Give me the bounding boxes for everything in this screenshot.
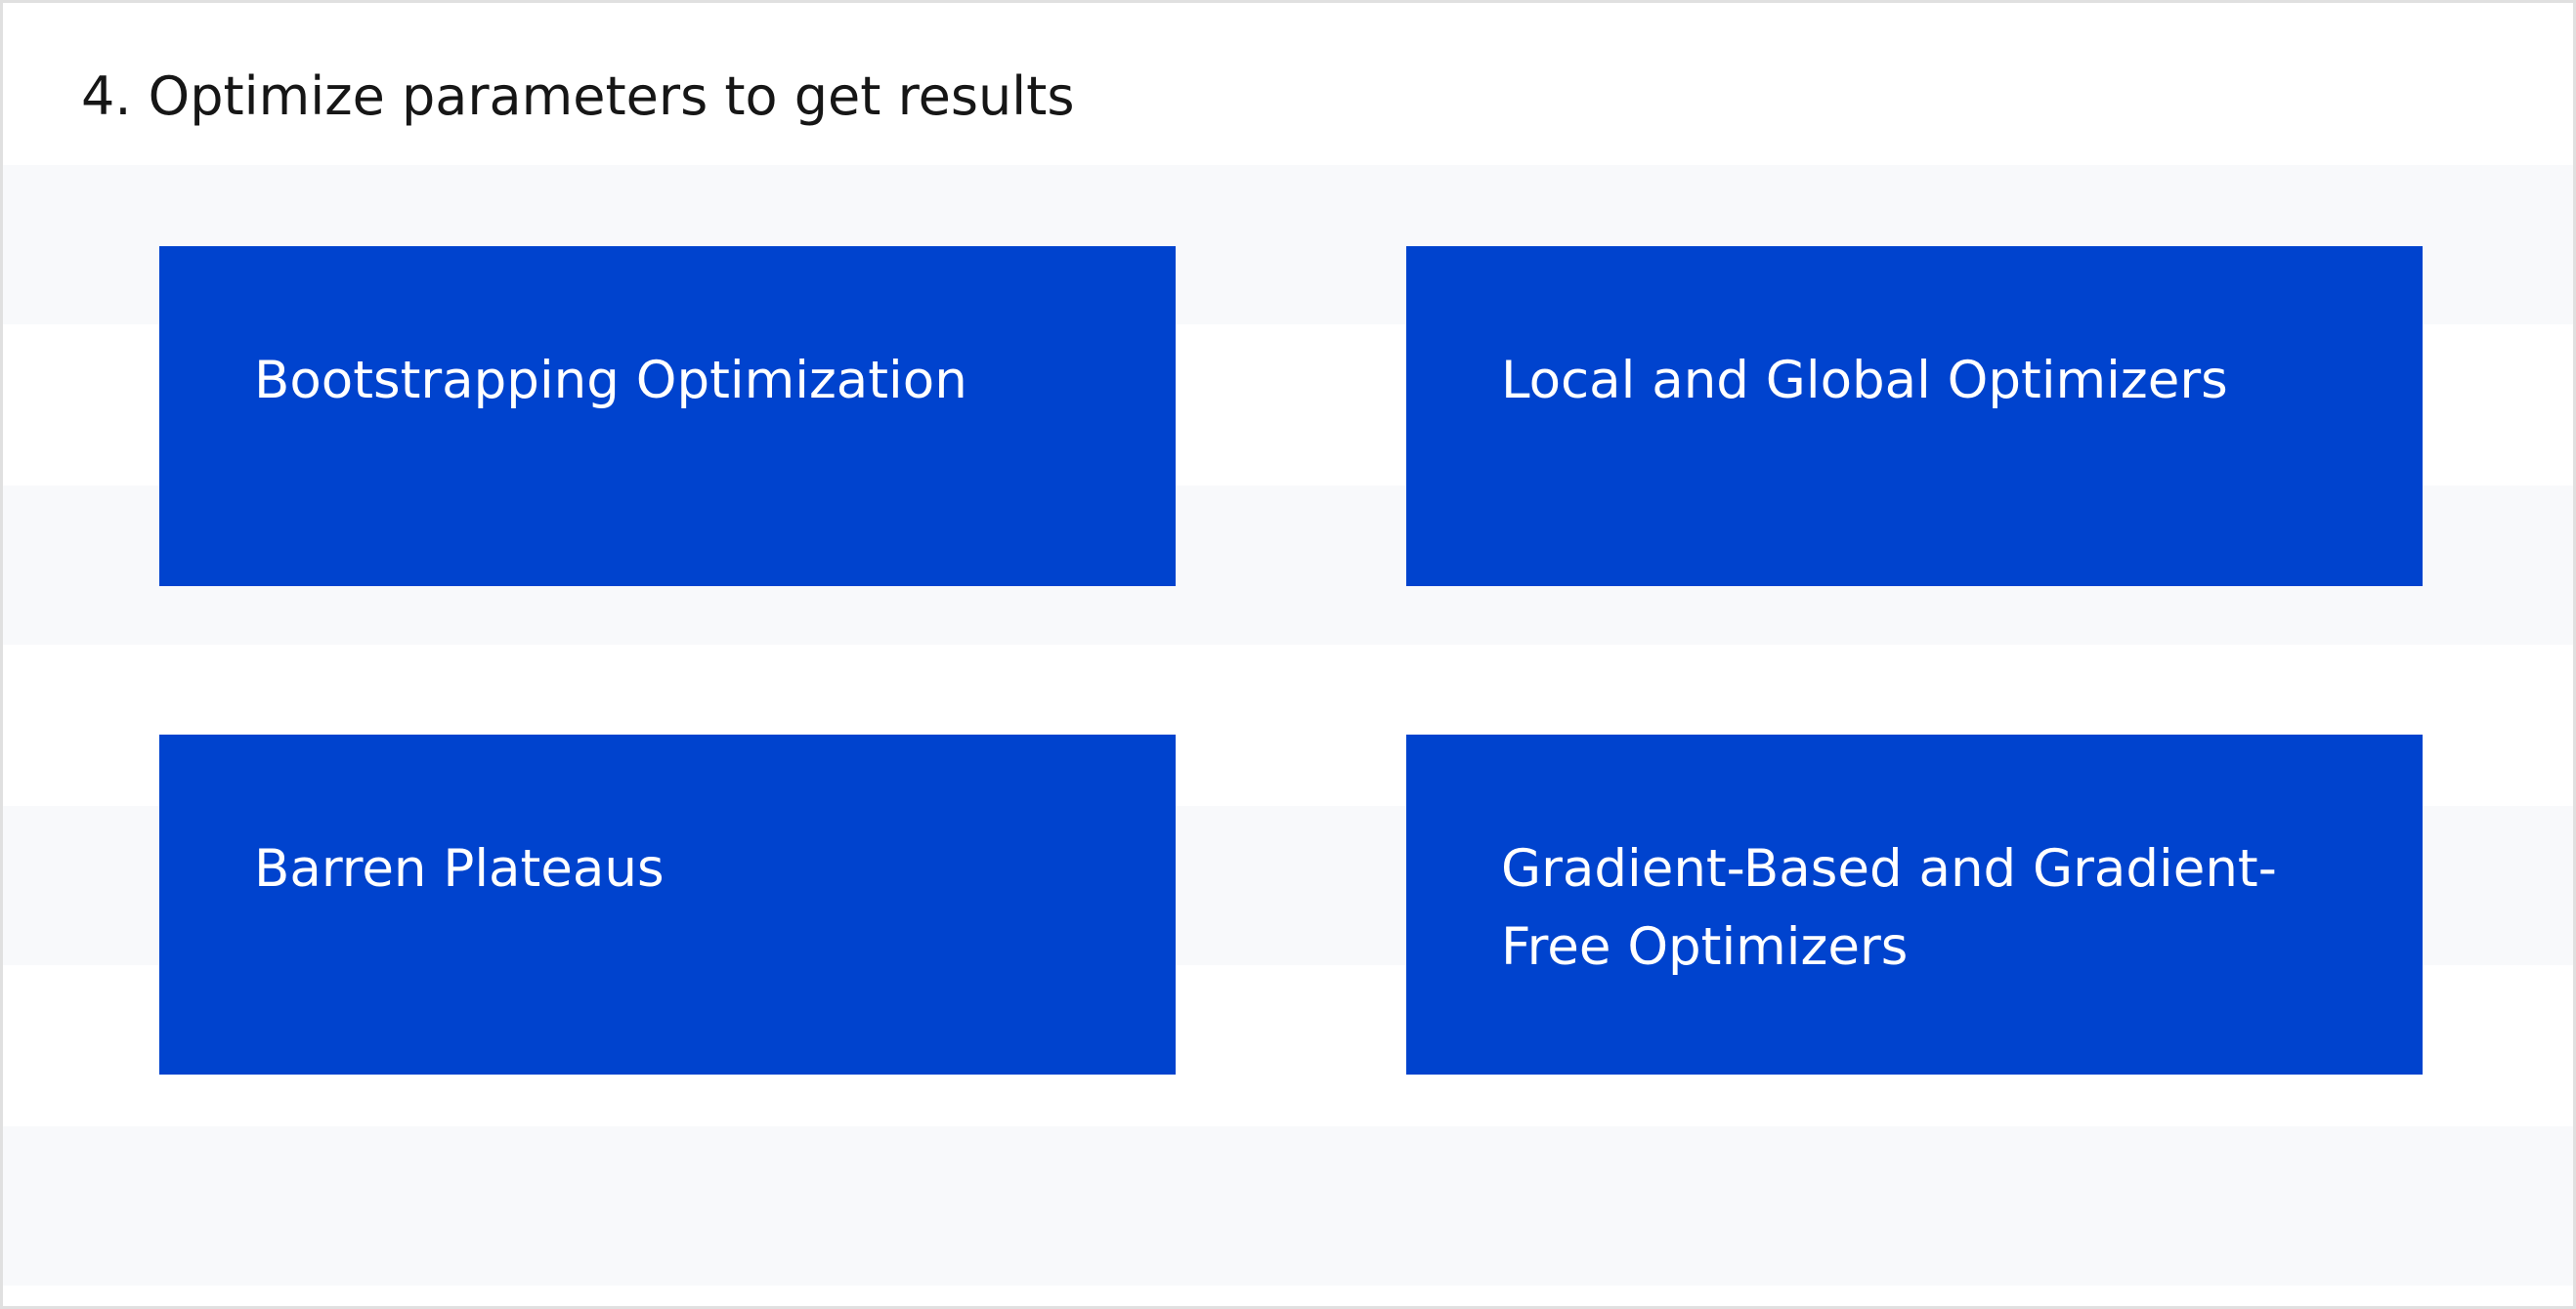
tile-label: Bootstrapping Optimization [254, 351, 967, 410]
tile-label: Local and Global Optimizers [1501, 351, 2228, 410]
tile-label: Gradient-Based and Gradient-Free Optimiz… [1501, 839, 2277, 977]
tile-gradient-based-and-gradient-free-optimizers[interactable]: Gradient-Based and Gradient-Free Optimiz… [1406, 735, 2423, 1075]
page-frame: 4. Optimize parameters to get results Bo… [0, 0, 2576, 1309]
tile-bootstrapping-optimization[interactable]: Bootstrapping Optimization [159, 246, 1176, 586]
tile-label: Barren Plateaus [254, 839, 665, 899]
page-title: 4. Optimize parameters to get results [81, 65, 1075, 127]
tile-local-and-global-optimizers[interactable]: Local and Global Optimizers [1406, 246, 2423, 586]
background-stripe [3, 1126, 2573, 1286]
tile-barren-plateaus[interactable]: Barren Plateaus [159, 735, 1176, 1075]
